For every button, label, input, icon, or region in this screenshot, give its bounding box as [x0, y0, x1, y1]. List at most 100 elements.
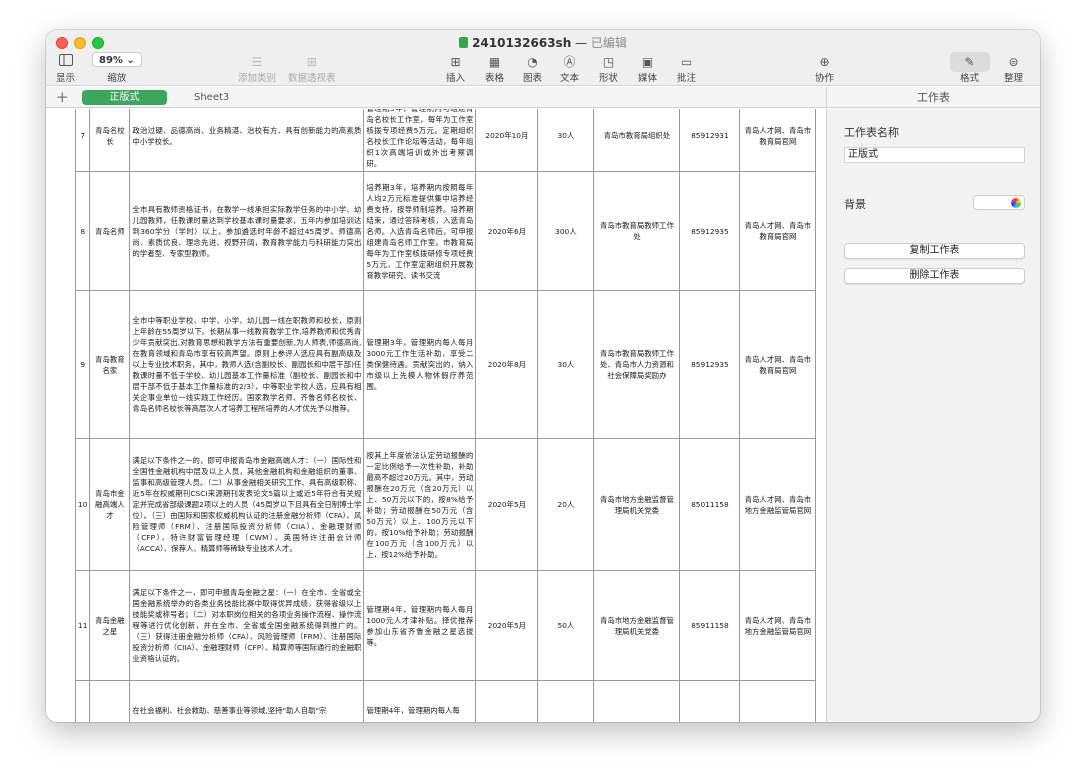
- phone-cell-text: 85912935: [691, 360, 729, 369]
- background-color-well[interactable]: [973, 195, 1025, 210]
- department-cell[interactable]: 青岛市教育局组织处: [593, 109, 681, 172]
- quota-cell[interactable]: 50人: [537, 570, 595, 681]
- row-number-text: 10: [78, 500, 88, 509]
- department-cell[interactable]: [593, 680, 681, 722]
- talent-name[interactable]: [89, 680, 131, 722]
- insert-button[interactable]: ⊞ 插入: [446, 54, 465, 84]
- organize-button[interactable]: ⊜ 整理: [1004, 54, 1023, 84]
- organize-icon: ⊜: [1008, 55, 1019, 69]
- talent-name[interactable]: 青岛教育名家: [89, 290, 131, 439]
- file-name: 2410132663sh: [472, 36, 572, 50]
- add-sheet-button[interactable]: +: [56, 88, 69, 106]
- support-cell[interactable]: 培养期3年，培养期内按照每年人均2万元标准提供集中培养经费支持，按导师制培养。培…: [363, 171, 477, 291]
- talent-name[interactable]: 青岛名师: [89, 171, 131, 291]
- phone-cell[interactable]: 85911158: [679, 570, 741, 681]
- quota-cell-text: 30人: [557, 131, 575, 140]
- pivot-table-icon: ⊞: [306, 55, 317, 69]
- eligibility-cell[interactable]: 政治过硬、品德高尚、业务精湛、治校有方、具有创新能力的高素质中小学校长。: [129, 109, 365, 172]
- website-cell[interactable]: 青岛人才网、青岛市教育局官网: [739, 290, 817, 439]
- eligibility-cell[interactable]: 在社会福利、社会救助、慈善事业等领域,坚持"助人自助"宗: [129, 680, 365, 722]
- row-number[interactable]: 8: [74, 171, 91, 291]
- quota-cell[interactable]: 300人: [537, 171, 595, 291]
- panel-header: 工作表: [826, 87, 1040, 108]
- format-button[interactable]: ✎ 格式: [960, 54, 979, 84]
- date-cell-text: 2020年6月: [487, 226, 527, 236]
- date-cell[interactable]: 2020年6月: [475, 171, 539, 291]
- talent-name[interactable]: 青岛金融之星: [89, 570, 131, 681]
- talent-name[interactable]: 青岛市金融高端人才: [89, 438, 131, 571]
- title-separator: —: [575, 36, 588, 50]
- row-number[interactable]: [74, 680, 91, 722]
- photo-icon: ▣: [641, 55, 654, 69]
- comment-button[interactable]: ▭ 批注: [677, 54, 696, 84]
- color-wheel-icon[interactable]: [1011, 198, 1021, 208]
- eligibility-cell[interactable]: 满足以下条件之一的，即可申报青岛市金融高端人才：（一）国际性和全国性金融机构中层…: [129, 438, 365, 571]
- support-cell[interactable]: 管理期3年，管理期内每人每月3000元工作生活补助，享受二类保健待遇。贡献突出的…: [363, 290, 477, 439]
- quota-cell[interactable]: 30人: [537, 290, 595, 439]
- pivot-table-button[interactable]: ⊞ 数据透视表: [288, 54, 336, 84]
- phone-cell[interactable]: 85912935: [679, 290, 741, 439]
- tab-active-sheet[interactable]: 正版式: [82, 90, 167, 105]
- row-number-text: 11: [78, 621, 88, 630]
- eligibility-cell-text: 满足以下条件之一，即可申报青岛金融之星：（一）在全市、全省或全国金融系统举办的各…: [132, 588, 362, 663]
- collaborate-button[interactable]: ⊕ 协作: [815, 54, 834, 84]
- date-cell-text: 2020年8月: [487, 360, 527, 369]
- sheet-name-label: 工作表名称: [844, 126, 899, 139]
- chart-icon: ◔: [527, 55, 538, 69]
- phone-cell[interactable]: [679, 680, 741, 722]
- zoom-select[interactable]: 89% ⌄: [92, 52, 142, 67]
- sheet-name-field[interactable]: 正版式: [844, 147, 1025, 163]
- spreadsheet-canvas[interactable]: 7 青岛名校长 政治过硬、品德高尚、业务精湛、治校有方、具有创新能力的高素质中小学校…: [46, 109, 826, 722]
- chart-button[interactable]: ◔ 图表: [523, 54, 542, 84]
- shape-button[interactable]: ◳ 形状: [599, 54, 618, 84]
- support-cell[interactable]: 管理期4年，管理期内每人每: [363, 680, 477, 722]
- text-button[interactable]: Ⓐ 文本: [560, 54, 579, 84]
- row-number[interactable]: 7: [74, 109, 91, 172]
- website-cell[interactable]: 青岛人才网、青岛市教育局官网: [739, 171, 817, 291]
- date-cell[interactable]: 2020年5月: [475, 438, 539, 571]
- add-category-button[interactable]: ☰ 添加类别: [238, 54, 276, 84]
- phone-cell-text: 85911158: [691, 621, 729, 630]
- eligibility-cell[interactable]: 全市具有教师资格证书，在教学一线承担实际教学任务的中小学、幼儿园教师，任教课时量…: [129, 171, 365, 291]
- department-cell[interactable]: 青岛市教育局教师工作处、青岛市人力资源和社会保障局奖励办: [593, 290, 681, 439]
- media-button[interactable]: ▣ 媒体: [638, 54, 657, 84]
- website-cell[interactable]: 青岛人才网、青岛市地方金融监管局官网: [739, 570, 817, 681]
- quota-cell[interactable]: 20人: [537, 438, 595, 571]
- phone-cell[interactable]: 85912935: [679, 171, 741, 291]
- date-cell-text: 2020年5月: [487, 621, 527, 630]
- phone-cell[interactable]: 85912931: [679, 109, 741, 172]
- department-cell[interactable]: 青岛市地方金融监督管理局机关党委: [593, 570, 681, 681]
- website-cell-text: 青岛人才网、青岛市教育局官网: [744, 221, 812, 241]
- quota-cell-text: 30人: [557, 360, 575, 369]
- support-cell[interactable]: 按其上年度依法认定劳动报酬的一定比例给予一次性补助，补助最高不超过20万元。其中…: [363, 438, 477, 571]
- quota-cell[interactable]: [537, 680, 595, 722]
- row-number[interactable]: 11: [74, 570, 91, 681]
- support-cell[interactable]: 管理期4年，管理期内每人每月1000元人才津补贴。择优推荐参加山东省齐鲁金融之星…: [363, 570, 477, 681]
- eligibility-cell[interactable]: 全市中等职业学校、中学、小学、幼儿园一线在职教师和校长，原则上年龄在55周岁以下…: [129, 290, 365, 439]
- date-cell[interactable]: 2020年5月: [475, 570, 539, 681]
- support-cell[interactable]: 管理期3年，管理期内可组建青岛名校长工作室，每年为工作室核拨专项经费5万元。定期…: [363, 109, 477, 172]
- quota-cell[interactable]: 30人: [537, 109, 595, 172]
- date-cell[interactable]: 2020年10月: [475, 109, 539, 172]
- view-button[interactable]: 显示: [56, 54, 75, 84]
- department-cell[interactable]: 青岛市教育局教师工作处: [593, 171, 681, 291]
- table-icon: ▦: [488, 55, 501, 69]
- zoom-control[interactable]: 89% ⌄ 缩放: [92, 52, 142, 84]
- website-cell[interactable]: 青岛人才网、青岛市教育局官网: [739, 109, 817, 172]
- date-cell[interactable]: [475, 680, 539, 722]
- website-cell-text: 青岛人才网、青岛市地方金融监管局官网: [744, 615, 812, 636]
- delete-sheet-button[interactable]: 删除工作表: [844, 268, 1025, 284]
- department-cell[interactable]: 青岛市地方金融监督管理局机关党委: [593, 438, 681, 571]
- tab-sheet3[interactable]: Sheet3: [194, 90, 229, 105]
- website-cell[interactable]: [739, 680, 817, 722]
- eligibility-cell[interactable]: 满足以下条件之一，即可申报青岛金融之星：（一）在全市、全省或全国金融系统举办的各…: [129, 570, 365, 681]
- website-cell[interactable]: 青岛人才网、青岛市地方金融监管局官网: [739, 438, 817, 571]
- date-cell[interactable]: 2020年8月: [475, 290, 539, 439]
- row-number[interactable]: 9: [74, 290, 91, 439]
- talent-name[interactable]: 青岛名校长: [89, 109, 131, 172]
- duplicate-sheet-button[interactable]: 复制工作表: [844, 243, 1025, 259]
- phone-cell[interactable]: 85011158: [679, 438, 741, 571]
- website-cell-text: 青岛人才网、青岛市教育局官网: [744, 125, 812, 146]
- table-button[interactable]: ▦ 表格: [485, 54, 504, 84]
- row-number[interactable]: 10: [74, 438, 91, 571]
